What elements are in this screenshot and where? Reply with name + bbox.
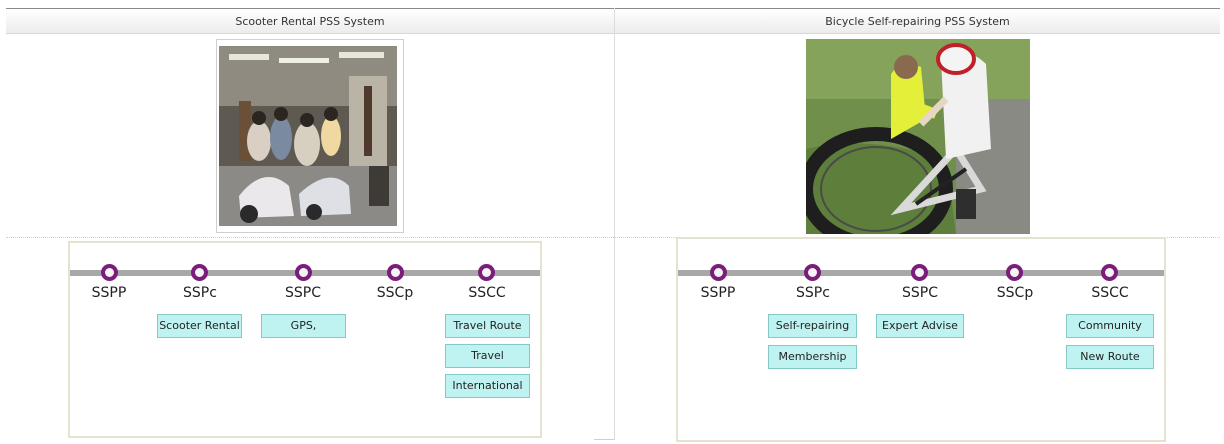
right-stage-label-sspc-small: SSPc (796, 285, 830, 301)
tag-travel: Travel (445, 344, 530, 368)
right-node-sspp (710, 264, 727, 281)
tag-new-route: New Route (1066, 345, 1154, 369)
right-stage-label-sspc-large: SSPC (902, 285, 938, 301)
right-stage-label-sscc: SSCC (1091, 285, 1129, 301)
left-section-divider (6, 237, 614, 238)
right-node-sspc-small (804, 264, 821, 281)
left-node-sspc-large (295, 264, 312, 281)
tag-scooter-rental: Scooter Rental (157, 314, 242, 338)
left-stage-label-sspc-large: SSPC (285, 285, 321, 301)
tag-self-repairing: Self-repairing (768, 314, 857, 338)
right-stage-label-sscp: SSCp (996, 285, 1034, 301)
right-node-sscp (1006, 264, 1023, 281)
tag-travel-route: Travel Route (445, 314, 530, 338)
left-node-sscc (478, 264, 495, 281)
tag-community: Community (1066, 314, 1154, 338)
right-panel-title: Bicycle Self-repairing PSS System (615, 8, 1220, 34)
scooter-shop-photo (219, 46, 397, 226)
left-node-sspc-small (191, 264, 208, 281)
corner-mark (594, 439, 614, 440)
left-stage-label-sscc: SSCC (468, 285, 506, 301)
left-node-sscp (387, 264, 404, 281)
bicycle-repair-photo (806, 39, 1030, 234)
left-stage-label-sspp: SSPP (91, 285, 127, 301)
panel-divider (614, 8, 615, 440)
left-stage-label-sspc-small: SSPc (183, 285, 217, 301)
right-node-sscc (1101, 264, 1118, 281)
right-node-sspc-large (911, 264, 928, 281)
tag-international: International (445, 374, 530, 398)
tag-expert-advise: Expert Advise (876, 314, 964, 338)
left-stage-label-sscp: SSCp (376, 285, 414, 301)
left-panel-title: Scooter Rental PSS System (6, 8, 614, 34)
tag-membership: Membership (768, 345, 857, 369)
tag-gps: GPS, (261, 314, 346, 338)
left-node-sspp (101, 264, 118, 281)
right-stage-label-sspp: SSPP (700, 285, 736, 301)
